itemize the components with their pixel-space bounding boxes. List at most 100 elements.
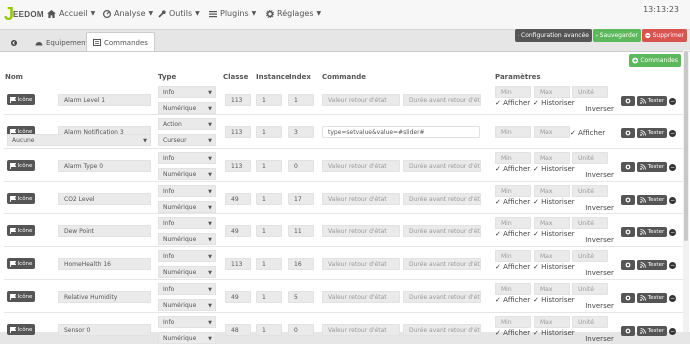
max-input[interactable]: Max	[534, 185, 570, 197]
type-select[interactable]: Info ▼	[158, 217, 216, 229]
min-input[interactable]: Min	[495, 217, 531, 229]
remove-command-icon[interactable]: −	[669, 262, 676, 269]
state-duration-input[interactable]: Durée avant retour d'état (	[403, 225, 481, 237]
configure-command-button[interactable]	[621, 260, 635, 270]
state-return-input[interactable]: Valeur retour d'état	[322, 94, 400, 106]
configure-command-button[interactable]	[621, 326, 635, 336]
min-input[interactable]: Min	[495, 86, 531, 98]
command-name-input[interactable]: Alarm Type 0	[58, 160, 151, 172]
afficher-checkbox[interactable]: ✓ Afficher	[495, 230, 530, 238]
unit-input[interactable]: Unité	[572, 86, 608, 98]
advanced-config-button[interactable]: Configuration avancée	[515, 29, 592, 42]
remove-command-icon[interactable]: −	[669, 295, 676, 302]
inverser-checkbox[interactable]: Inverser	[577, 269, 614, 277]
configure-command-button[interactable]	[621, 96, 635, 106]
afficher-checkbox[interactable]: ✓ Afficher	[495, 329, 530, 337]
unit-input[interactable]: Unité	[572, 250, 608, 262]
icon-picker-button[interactable]: Icône	[7, 291, 35, 302]
afficher-checkbox[interactable]: ✓ Afficher	[495, 99, 530, 107]
configure-command-button[interactable]	[621, 195, 635, 205]
max-input[interactable]: Max	[534, 152, 570, 164]
index-input[interactable]: 5	[288, 291, 314, 303]
menu-analyse[interactable]: Analyse ▼	[103, 9, 153, 18]
index-input[interactable]: 0	[288, 324, 314, 336]
instance-input[interactable]: 1	[256, 193, 282, 205]
unit-input[interactable]: Unité	[572, 185, 608, 197]
type-select[interactable]: Info ▼	[158, 185, 216, 197]
historiser-checkbox[interactable]: ✓ Historiser	[533, 263, 575, 271]
configure-command-button[interactable]	[621, 162, 635, 172]
subtype-select[interactable]: Numérique ▼	[158, 201, 216, 213]
afficher-checkbox[interactable]: ✓ Afficher	[570, 129, 605, 137]
icon-picker-button[interactable]: Icône	[7, 94, 35, 105]
type-select[interactable]: Info ▼	[158, 86, 216, 98]
state-return-input[interactable]: Valeur retour d'état	[322, 258, 400, 270]
historiser-checkbox[interactable]: ✓ Historiser	[533, 99, 575, 107]
menu-reglages[interactable]: Réglages ▼	[266, 9, 321, 18]
subtype-select[interactable]: Numérique ▼	[158, 266, 216, 278]
inverser-checkbox[interactable]: Inverser	[577, 105, 614, 113]
index-input[interactable]: 16	[288, 258, 314, 270]
min-input[interactable]: Min	[495, 316, 531, 328]
min-input[interactable]: Min	[495, 250, 531, 262]
state-return-input[interactable]: Valeur retour d'état	[322, 225, 400, 237]
instance-input[interactable]: 1	[256, 126, 282, 138]
classe-input[interactable]: 49	[225, 291, 251, 303]
icon-picker-button[interactable]: Icône	[7, 225, 35, 236]
afficher-checkbox[interactable]: ✓ Afficher	[495, 263, 530, 271]
configure-command-button[interactable]	[621, 227, 635, 237]
menu-plugins[interactable]: Plugins ▼	[209, 9, 256, 18]
instance-input[interactable]: 1	[256, 94, 282, 106]
icon-picker-button[interactable]: Icône	[7, 160, 35, 171]
icon-picker-button[interactable]: Icône	[7, 193, 35, 204]
classe-input[interactable]: 48	[225, 324, 251, 336]
min-input[interactable]: Min	[495, 283, 531, 295]
historiser-checkbox[interactable]: ✓ Historiser	[533, 296, 575, 304]
subtype-select[interactable]: Numérique ▼	[158, 332, 216, 344]
subtype-select[interactable]: Curseur ▼	[158, 134, 216, 146]
unit-input[interactable]: Unité	[572, 316, 608, 328]
command-name-input[interactable]: Sensor 0	[58, 324, 151, 336]
classe-input[interactable]: 113	[225, 126, 251, 138]
state-duration-input[interactable]: Durée avant retour d'état (	[403, 160, 481, 172]
unit-input[interactable]: Unité	[572, 217, 608, 229]
max-input[interactable]: Max	[534, 86, 570, 98]
scrollbar-thumb[interactable]	[684, 51, 688, 241]
min-input[interactable]: Min	[495, 126, 531, 138]
command-input[interactable]: type=setvalue&value=#slider#	[322, 126, 480, 138]
inverser-checkbox[interactable]: Inverser	[577, 204, 614, 212]
command-name-input[interactable]: HomeHealth 16	[58, 258, 151, 270]
test-command-button[interactable]: Tester	[637, 293, 667, 303]
afficher-checkbox[interactable]: ✓ Afficher	[495, 165, 530, 173]
test-command-button[interactable]: Tester	[637, 227, 667, 237]
test-command-button[interactable]: Tester	[637, 162, 667, 172]
instance-input[interactable]: 1	[256, 160, 282, 172]
unit-input[interactable]: Unité	[572, 283, 608, 295]
tab-back[interactable]	[4, 32, 24, 52]
subtype-select[interactable]: Numérique ▼	[158, 233, 216, 245]
menu-accueil[interactable]: Accueil ▼	[47, 9, 95, 18]
test-command-button[interactable]: Tester	[637, 260, 667, 270]
classe-input[interactable]: 113	[225, 94, 251, 106]
classe-input[interactable]: 49	[225, 225, 251, 237]
classe-input[interactable]: 113	[225, 258, 251, 270]
test-command-button[interactable]: Tester	[637, 195, 667, 205]
type-select[interactable]: Info ▼	[158, 152, 216, 164]
historiser-checkbox[interactable]: ✓ Historiser	[533, 198, 575, 206]
instance-input[interactable]: 1	[256, 258, 282, 270]
subtype-select[interactable]: Numérique ▼	[158, 168, 216, 180]
add-command-button[interactable]: Commandes	[629, 54, 681, 67]
inverser-checkbox[interactable]: Inverser	[577, 302, 614, 310]
max-input[interactable]: Max	[534, 250, 570, 262]
state-return-input[interactable]: Valeur retour d'état	[322, 324, 400, 336]
historiser-checkbox[interactable]: ✓ Historiser	[533, 329, 575, 337]
state-return-input[interactable]: Valeur retour d'état	[322, 193, 400, 205]
inverser-checkbox[interactable]: Inverser	[577, 335, 614, 343]
state-return-input[interactable]: Valeur retour d'état	[322, 291, 400, 303]
min-input[interactable]: Min	[495, 185, 531, 197]
test-command-button[interactable]: Tester	[637, 96, 667, 106]
save-button[interactable]: Sauvegarder	[593, 29, 641, 42]
max-input[interactable]: Max	[534, 217, 570, 229]
afficher-checkbox[interactable]: ✓ Afficher	[495, 296, 530, 304]
configure-command-button[interactable]	[621, 293, 635, 303]
